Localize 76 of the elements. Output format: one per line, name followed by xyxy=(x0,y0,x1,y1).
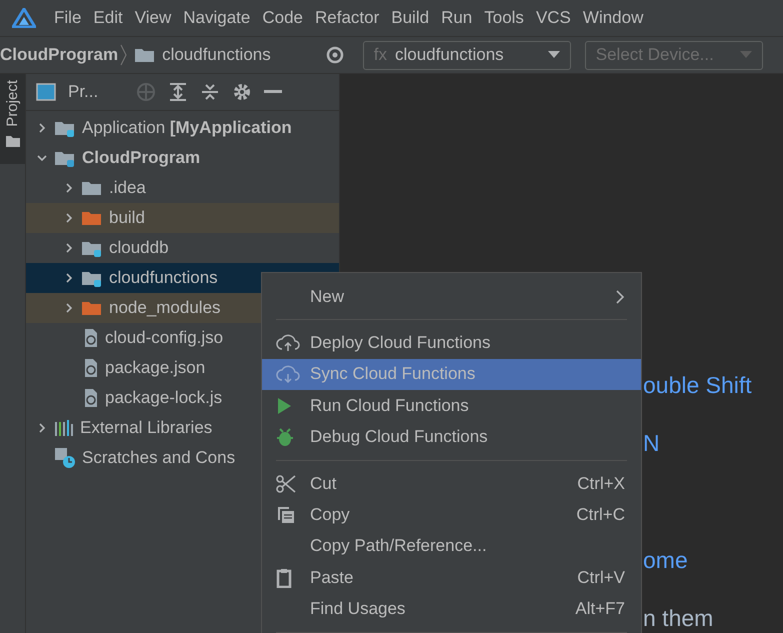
breadcrumb-item[interactable]: CloudProgram xyxy=(0,45,118,65)
menu-item[interactable]: Window xyxy=(576,8,650,28)
clipboard-icon xyxy=(276,568,292,588)
menu-item[interactable]: File xyxy=(48,8,88,28)
tree-label: build xyxy=(109,208,145,228)
tree-label: package.json xyxy=(105,358,206,378)
menu-item[interactable]: Run xyxy=(435,8,478,28)
shortcut-label: Ctrl+C xyxy=(576,505,625,526)
menu-item[interactable]: Refactor xyxy=(309,8,386,28)
menu-item[interactable]: View xyxy=(128,8,178,28)
chevron-right-icon xyxy=(615,290,625,304)
chevron-right-icon xyxy=(120,44,128,66)
menu-item[interactable]: Navigate xyxy=(177,8,256,28)
tree-label: .idea xyxy=(109,178,146,198)
tree-label: External Libraries xyxy=(80,418,212,438)
folder-icon xyxy=(6,134,20,147)
function-folder-icon xyxy=(81,269,103,287)
database-folder-icon xyxy=(81,239,103,257)
editor-hint: ouble Shift xyxy=(643,371,752,400)
menu-item[interactable]: Tools xyxy=(478,8,530,28)
menu-item[interactable]: Deploy Cloud Functions xyxy=(262,327,641,359)
tree-label: cloud-config.jso xyxy=(105,328,224,348)
copy-icon xyxy=(276,505,296,526)
shortcut-label: Ctrl+V xyxy=(577,568,625,588)
tree-label: Application [MyApplication xyxy=(82,118,292,138)
tree-label: package-lock.js xyxy=(105,388,222,408)
logo-icon xyxy=(12,8,36,28)
editor-hint: n them xyxy=(643,604,714,633)
folder-icon xyxy=(81,209,103,227)
menu-item[interactable]: Copy Path/Reference... xyxy=(262,530,641,562)
tree-label: Scratches and Cons xyxy=(82,448,236,468)
expand-all-icon[interactable] xyxy=(168,82,188,102)
bug-icon xyxy=(276,427,294,448)
shortcut-label: Ctrl+X xyxy=(577,474,625,494)
shortcut-label: Alt+F7 xyxy=(575,599,625,620)
folder-icon xyxy=(81,179,103,197)
collapse-all-icon[interactable] xyxy=(200,82,220,102)
cloud-folder-icon xyxy=(54,149,76,167)
menu-item[interactable]: Edit xyxy=(87,8,129,28)
scratch-clock-icon xyxy=(54,447,76,469)
cloud-download-icon xyxy=(276,365,300,384)
editor-hint: N xyxy=(643,429,660,458)
cloud-upload-icon xyxy=(276,334,300,352)
caret-icon[interactable] xyxy=(548,51,560,59)
menu-item[interactable]: Code xyxy=(256,8,309,28)
menu-item[interactable]: Cut Ctrl+X xyxy=(262,468,641,500)
tree-item[interactable]: clouddb xyxy=(26,233,339,263)
breadcrumb-item[interactable]: cloudfunctions xyxy=(162,45,271,65)
menu-item[interactable]: Run Cloud Functions xyxy=(262,390,641,422)
panel-title[interactable]: Pr... xyxy=(68,82,98,102)
module-folder-icon xyxy=(54,119,76,137)
menu-item[interactable]: Paste Ctrl+V xyxy=(262,562,641,594)
tree-item[interactable]: build xyxy=(26,203,339,233)
play-icon xyxy=(276,396,292,415)
project-tab[interactable]: Project xyxy=(0,74,25,164)
tree-label: CloudProgram xyxy=(82,148,200,168)
menu-item[interactable]: Find Usages Alt+F7 xyxy=(262,594,641,625)
libraries-icon xyxy=(54,419,74,437)
tree-item[interactable]: CloudProgram xyxy=(26,143,339,173)
tree-label: cloudfunctions xyxy=(109,268,218,288)
tree-item[interactable]: .idea xyxy=(26,173,339,203)
locate-icon[interactable] xyxy=(324,45,345,65)
menu-item[interactable]: Debug Cloud Functions xyxy=(262,422,641,453)
scissors-icon xyxy=(276,474,296,494)
settings-icon[interactable] xyxy=(232,82,252,102)
minimize-icon[interactable] xyxy=(264,90,282,94)
menu-item[interactable]: VCS xyxy=(530,8,577,28)
folder-icon xyxy=(134,46,156,64)
editor-hint: ome xyxy=(643,546,688,575)
tree-item[interactable]: Application [MyApplication xyxy=(26,113,339,143)
window-icon xyxy=(36,83,56,101)
folder-icon xyxy=(81,299,103,317)
menu-item[interactable]: Build xyxy=(385,8,436,28)
menu-item[interactable]: Copy Ctrl+C xyxy=(262,499,641,531)
tree-label: clouddb xyxy=(109,238,169,258)
tree-label: node_modules xyxy=(109,298,221,318)
